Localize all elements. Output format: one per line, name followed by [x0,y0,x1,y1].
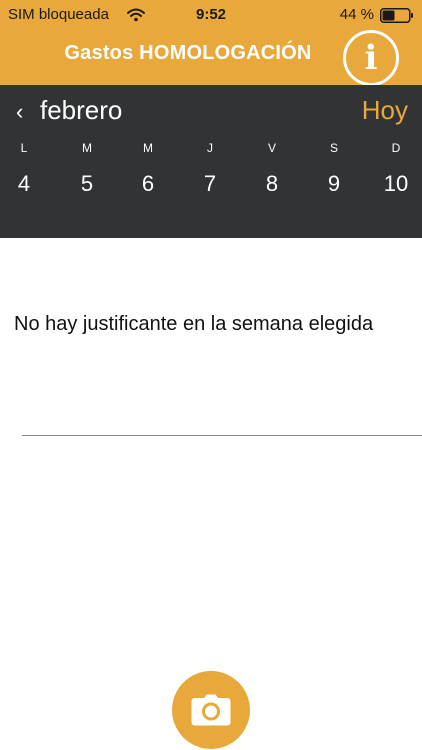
divider [22,435,422,436]
battery-percentage: 44 % [339,6,374,23]
calendar-day[interactable]: 7 [190,171,230,197]
calendar-day[interactable]: 6 [128,171,168,197]
camera-button[interactable] [172,671,250,749]
weekday-label: M [82,141,92,155]
weekday-label: D [391,141,401,155]
weekday-label: J [207,141,213,155]
weekday-header-row: L M M J V S D [0,141,422,171]
calendar-month: febrero [40,95,123,125]
battery-icon [380,8,413,23]
calendar-day[interactable]: 5 [67,171,107,197]
weekday-label: S [329,141,338,155]
status-bar: SIM bloqueada 9:52 44 % [0,0,422,30]
app-header: SIM bloqueada 9:52 44 % Gastos HOMOLOGAC… [0,0,422,86]
empty-state-message: No hay justificante en la semana elegida [14,313,374,335]
weekday-label: M [143,141,153,155]
camera-icon [191,694,231,726]
info-button[interactable]: i [343,30,399,86]
page-title: Gastos HOMOLOGACIÓN [64,42,312,64]
calendar-day[interactable]: 4 [4,171,44,197]
calendar-day[interactable]: 9 [314,171,354,197]
week-calendar: ‹ febrero Hoy L M M J V S D 4 5 6 7 8 9 … [0,85,422,238]
weekday-label: V [267,141,276,155]
weekday-label: L [20,141,28,155]
calendar-day[interactable]: 8 [252,171,292,197]
today-button[interactable]: Hoy [362,95,408,126]
calendar-day[interactable]: 10 [376,171,416,197]
day-number-row: 4 5 6 7 8 9 10 [0,171,422,201]
info-icon: i [364,38,378,78]
chevron-left-icon[interactable]: ‹ [16,99,23,125]
